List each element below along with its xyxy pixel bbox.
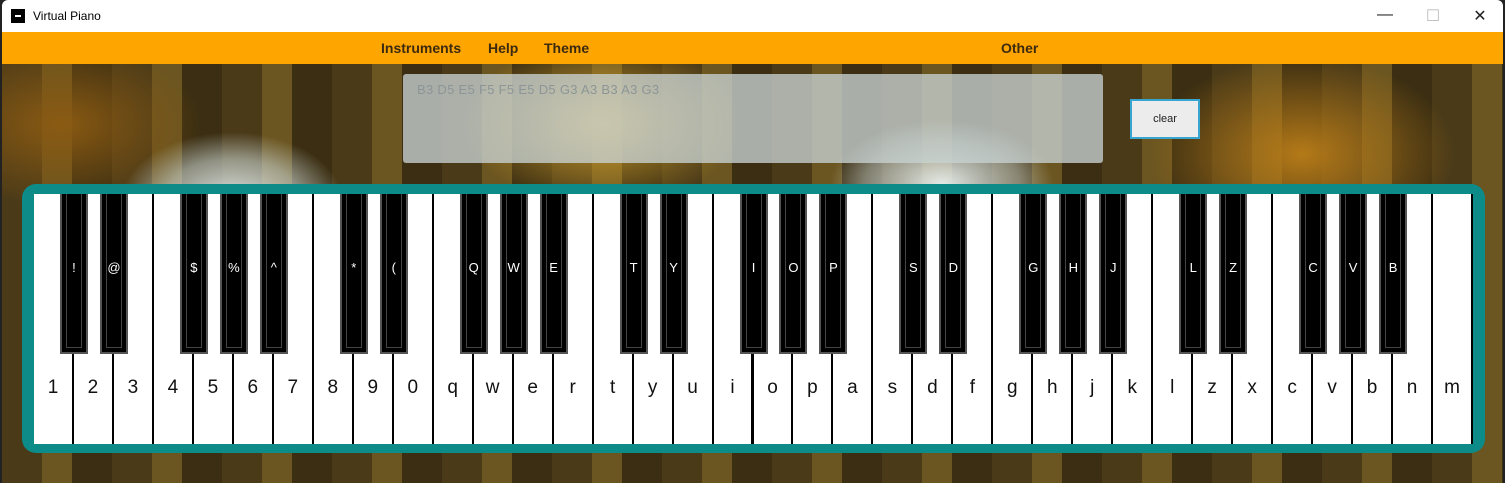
black-key[interactable]: Q — [459, 194, 488, 354]
menu-help[interactable]: Help — [488, 40, 518, 56]
black-key[interactable]: G — [1019, 194, 1048, 354]
black-key[interactable]: % — [219, 194, 248, 354]
black-key[interactable]: T — [619, 194, 648, 354]
black-key[interactable]: B — [1379, 194, 1408, 354]
menu-theme[interactable]: Theme — [544, 40, 589, 56]
close-button[interactable]: ✕ — [1457, 6, 1503, 26]
black-key[interactable]: I — [739, 194, 768, 354]
clear-button[interactable]: clear — [1130, 99, 1200, 139]
black-key[interactable]: @ — [99, 194, 128, 354]
black-key[interactable]: J — [1099, 194, 1128, 354]
black-key[interactable]: S — [899, 194, 928, 354]
black-key[interactable]: $ — [179, 194, 208, 354]
black-key[interactable]: C — [1299, 194, 1328, 354]
black-key[interactable]: L — [1179, 194, 1208, 354]
black-key[interactable]: ^ — [259, 194, 288, 354]
black-key[interactable]: V — [1339, 194, 1368, 354]
window-title: Virtual Piano — [33, 9, 101, 23]
white-key-m[interactable]: m — [1433, 194, 1473, 444]
black-key[interactable]: ( — [379, 194, 408, 354]
menu-bar: Instruments Help Theme Other — [2, 32, 1503, 64]
virtual-piano-window: Virtual Piano — ☐ ✕ Instruments Help The… — [2, 0, 1503, 483]
black-key[interactable]: * — [339, 194, 368, 354]
menu-instruments[interactable]: Instruments — [381, 40, 461, 56]
piano-frame: 1 2 3 4 5 6 7 8 9 0 q w e r t y u i o p a s d f g h j k l z x c v b n m! @ $%… — [22, 184, 1485, 453]
maximize-button[interactable]: ☐ — [1410, 6, 1456, 26]
black-key[interactable]: H — [1059, 194, 1088, 354]
piano-keyboard: 1 2 3 4 5 6 7 8 9 0 q w e r t y u i o p a s d f g h j k l z x c v b n m! @ $%… — [34, 194, 1473, 444]
black-key[interactable]: P — [819, 194, 848, 354]
black-key[interactable]: O — [779, 194, 808, 354]
menu-other[interactable]: Other — [1001, 40, 1038, 56]
black-key[interactable]: E — [539, 194, 568, 354]
black-key[interactable]: W — [499, 194, 528, 354]
black-key[interactable]: Y — [659, 194, 688, 354]
black-key[interactable]: Z — [1219, 194, 1248, 354]
black-key[interactable]: D — [939, 194, 968, 354]
black-key[interactable]: ! — [59, 194, 88, 354]
notes-display[interactable]: B3 D5 E5 F5 F5 E5 D5 G3 A3 B3 A3 G3 — [403, 74, 1103, 163]
minimize-button[interactable]: — — [1362, 6, 1408, 24]
title-bar: Virtual Piano — ☐ ✕ — [2, 0, 1503, 32]
app-icon — [11, 9, 25, 23]
